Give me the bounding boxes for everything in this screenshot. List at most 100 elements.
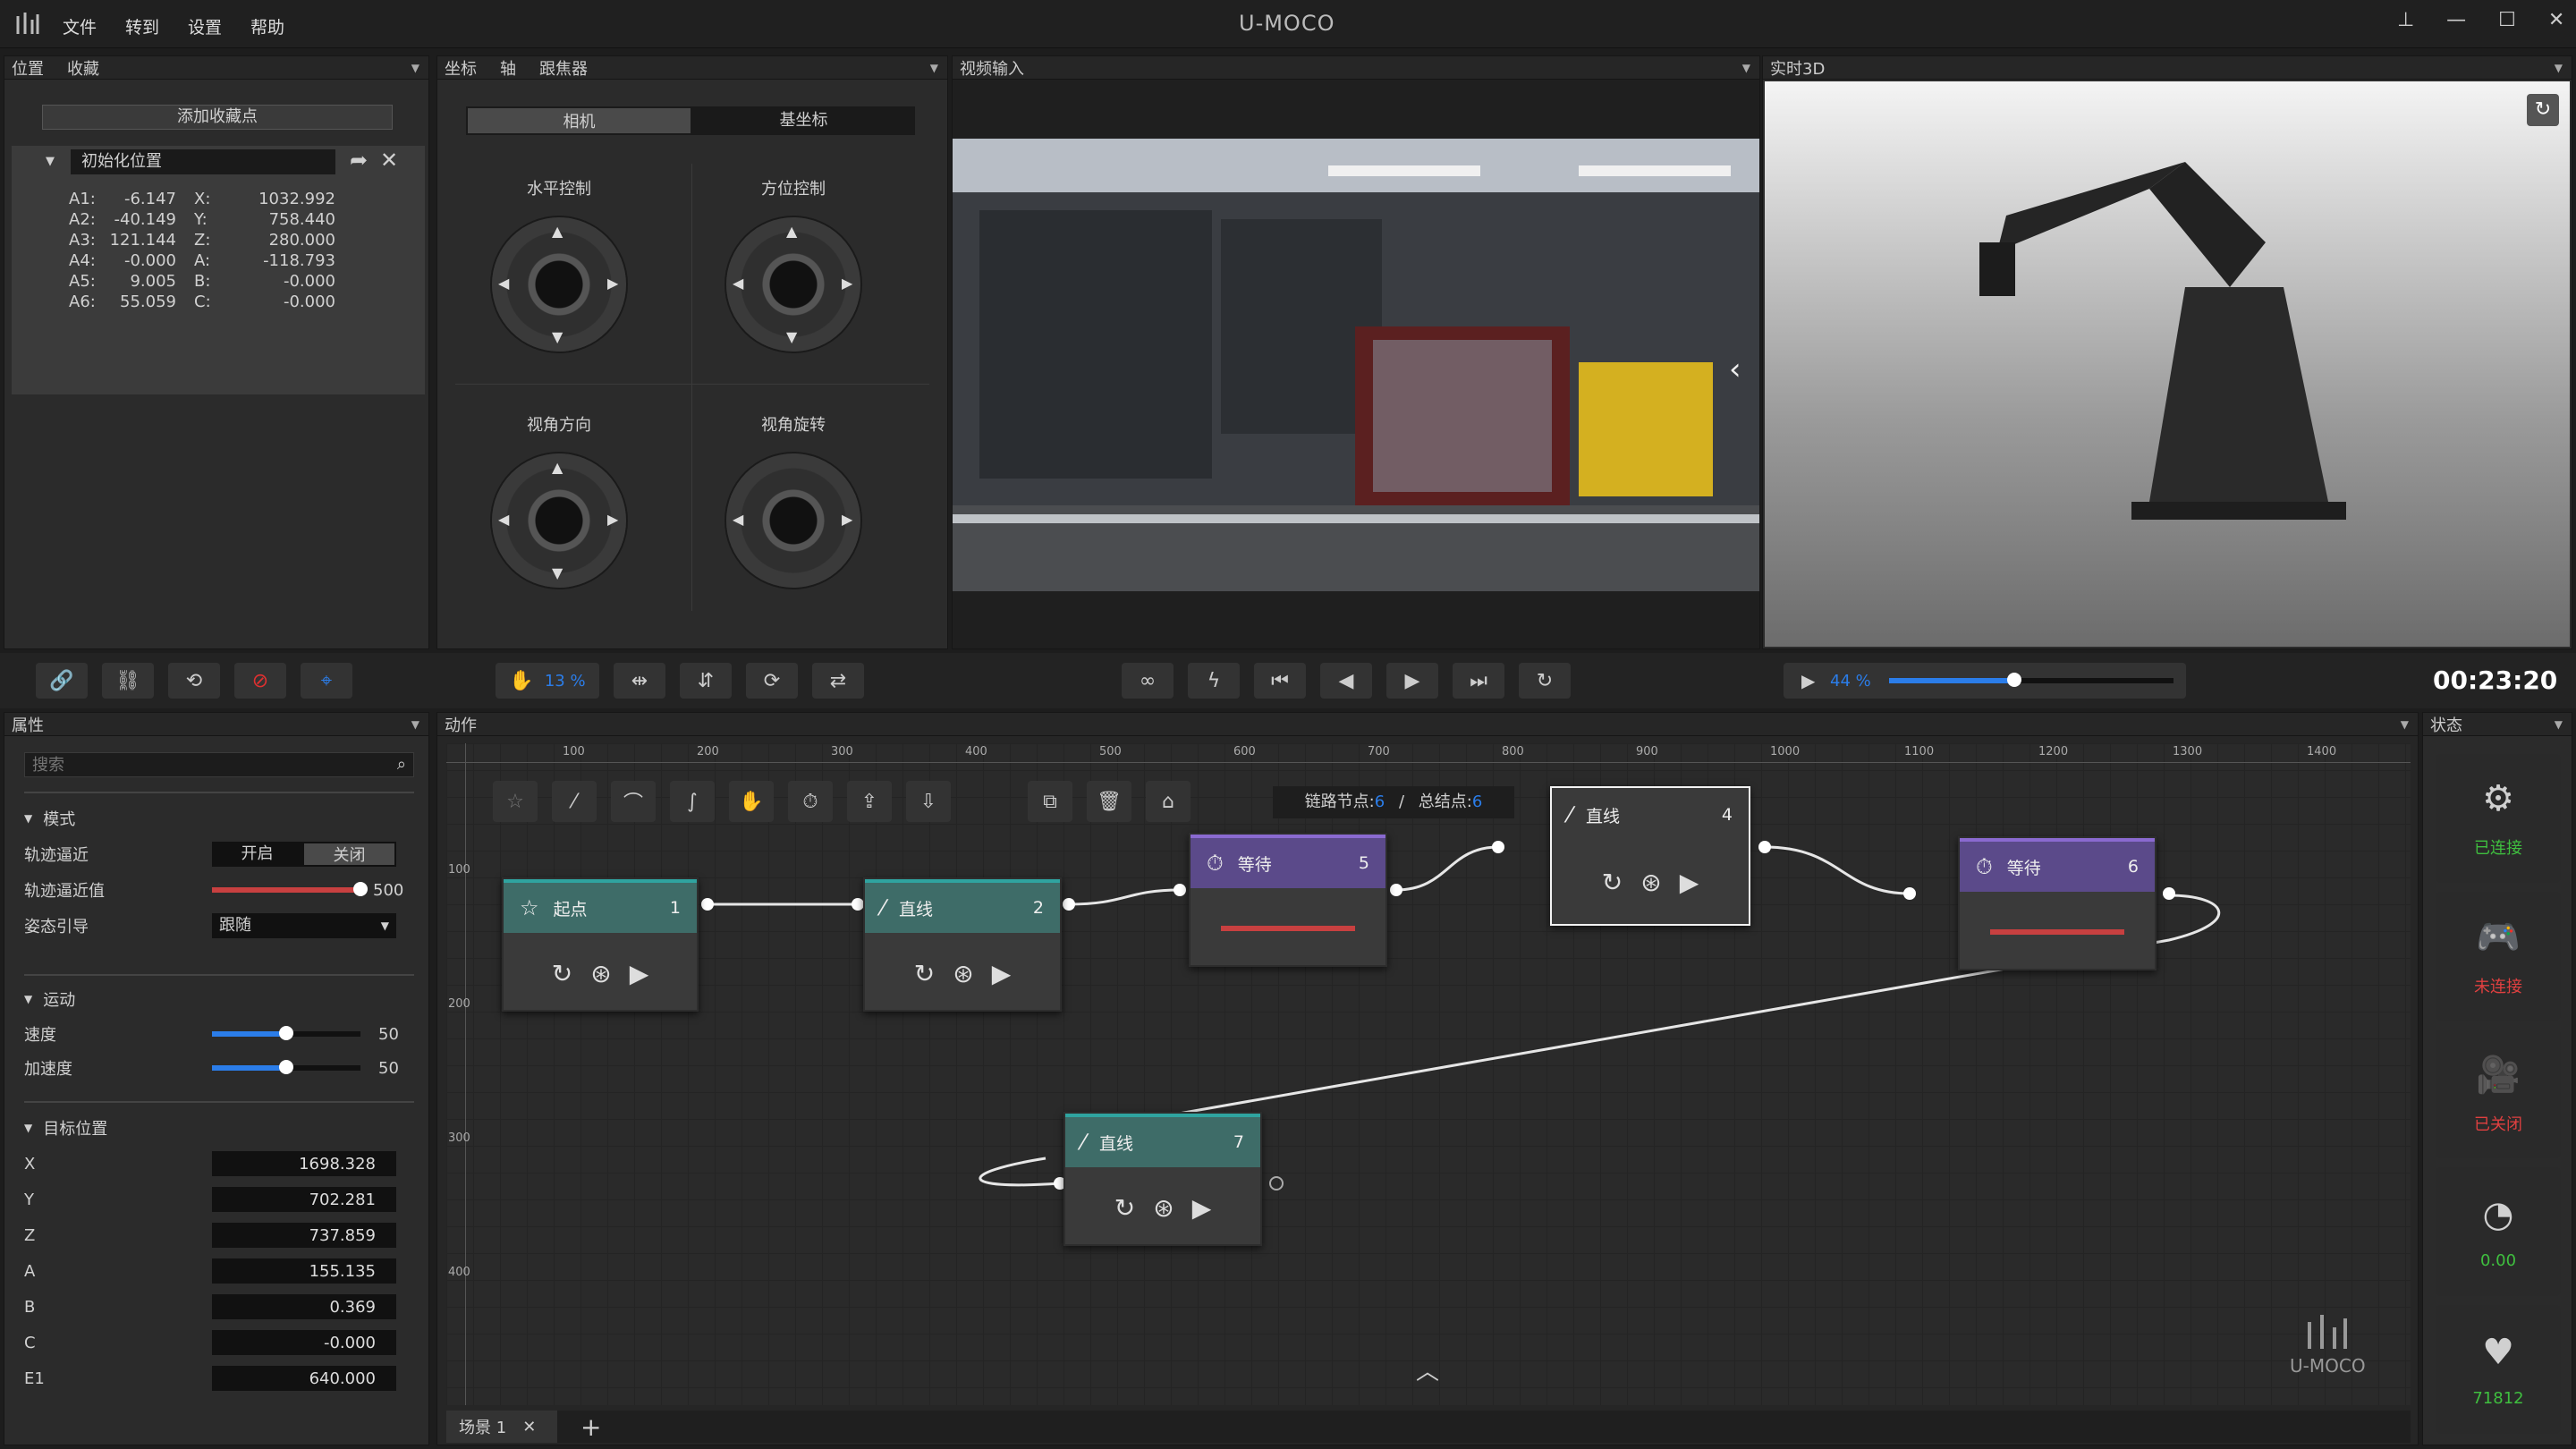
search-input[interactable] (25, 753, 365, 776)
chevron-down-icon[interactable]: ▼ (930, 62, 938, 74)
chevron-down-icon[interactable]: ▼ (2401, 718, 2409, 731)
target-field-input[interactable]: 702.281 (212, 1187, 396, 1212)
unlink-icon[interactable]: ⛓ (102, 663, 154, 699)
rotate-icon[interactable]: ⟳ (746, 663, 798, 699)
link-icon[interactable]: 🔗 (36, 663, 88, 699)
menu-goto[interactable]: 转到 (125, 18, 159, 38)
skip-last-icon[interactable]: ⏭ (1453, 663, 1504, 699)
add-scene-button[interactable]: + (580, 1412, 601, 1442)
view-rotation-joystick[interactable] (726, 453, 860, 588)
play-icon[interactable]: ▶ (630, 959, 649, 988)
close-icon[interactable]: ✕ (522, 1418, 536, 1436)
chevron-down-icon[interactable]: ▼ (2555, 62, 2563, 74)
close-icon[interactable]: ✕ (2548, 9, 2564, 31)
reset-icon[interactable]: ↻ (552, 959, 572, 988)
speed-button[interactable]: ✋ 13 % (496, 663, 599, 699)
target-field-input[interactable]: 1698.328 (212, 1151, 396, 1176)
collapse-icon[interactable]: ▼ (24, 1122, 32, 1134)
collapse-arrow-icon[interactable]: ‹ (1729, 352, 1741, 387)
play-icon[interactable]: ▶ (1386, 663, 1438, 699)
tab-favorites[interactable]: 收藏 (67, 56, 99, 80)
arrow-down-icon[interactable]: ▼ (786, 328, 797, 345)
action-node[interactable]: ⏱ 等待 6 (1958, 836, 2157, 970)
gamepad-status[interactable]: 🎮 未连接 (2436, 892, 2561, 1021)
arrow-right-icon[interactable]: ▶ (842, 275, 852, 292)
scene-tab[interactable]: 场景 1 ✕ (446, 1411, 557, 1443)
pin-icon[interactable]: ⊥ (2397, 9, 2414, 31)
speed-gauge-status[interactable]: ◔ 0.00 (2436, 1167, 2561, 1296)
step-back-icon[interactable]: ◀ (1320, 663, 1372, 699)
expand-icon[interactable]: ▼ (46, 155, 55, 168)
approach-slider[interactable] (212, 882, 368, 896)
3d-viewport[interactable]: ↻ (1765, 81, 2570, 647)
reset-icon[interactable]: ↻ (1602, 868, 1623, 897)
tab-coordinates[interactable]: 坐标 (445, 56, 477, 80)
mirror-horizontal-icon[interactable]: ⇹ (614, 663, 665, 699)
target-field-input[interactable]: 640.000 (212, 1366, 396, 1391)
skip-first-icon[interactable]: ⏮ (1254, 663, 1306, 699)
action-node-selected[interactable]: ⁄ 直线 4 ↻ ⊛ ▶ (1550, 786, 1750, 926)
target-field-input[interactable]: -0.000 (212, 1330, 396, 1355)
search-icon[interactable]: ⌕ (397, 755, 406, 774)
arrow-up-icon[interactable]: ▲ (786, 223, 797, 240)
action-node[interactable]: ⁄ 直线 2 ↻ ⊛ ▶ (863, 877, 1062, 1012)
loop-icon[interactable]: ∞ (1122, 663, 1174, 699)
stop-icon[interactable]: ⊘ (234, 663, 286, 699)
add-favorite-button[interactable]: 添加收藏点 (42, 105, 393, 130)
target-field-input[interactable]: 0.369 (212, 1294, 396, 1319)
action-node[interactable]: ⁄ 直线 7 ↻ ⊛ ▶ (1063, 1112, 1262, 1246)
mirror-vertical-icon[interactable]: ⇵ (680, 663, 732, 699)
reset-icon[interactable]: ↻ (914, 959, 935, 988)
arrow-down-icon[interactable]: ▼ (552, 328, 563, 345)
gauge-icon[interactable]: ⊛ (590, 959, 611, 988)
chevron-down-icon[interactable]: ▼ (2555, 718, 2563, 731)
target-field-input[interactable]: 155.135 (212, 1258, 396, 1284)
arrow-up-icon[interactable]: ▲ (552, 459, 563, 476)
play-icon[interactable]: ▶ (1801, 670, 1815, 691)
arrow-down-icon[interactable]: ▼ (552, 564, 563, 581)
delete-icon[interactable]: ✕ (380, 148, 398, 173)
robot-status[interactable]: ⚙ 已连接 (2436, 754, 2561, 883)
chevron-down-icon[interactable]: ▼ (411, 62, 419, 74)
camera-status[interactable]: 🎥 已关闭 (2436, 1030, 2561, 1158)
arrow-left-icon[interactable]: ◀ (498, 511, 509, 528)
gauge-icon[interactable]: ⊛ (1640, 868, 1661, 897)
chevron-up-icon[interactable]: ︿ (1416, 1353, 1439, 1386)
approach-knob[interactable] (353, 882, 368, 896)
arrow-left-icon[interactable]: ◀ (733, 511, 743, 528)
arrow-left-icon[interactable]: ◀ (498, 275, 509, 292)
gauge-icon[interactable]: ⊛ (953, 959, 973, 988)
play-icon[interactable]: ▶ (992, 959, 1012, 988)
accel-slider[interactable] (212, 1060, 360, 1074)
collapse-icon[interactable]: ▼ (24, 993, 32, 1005)
share-icon[interactable]: ➦ (350, 148, 368, 173)
swap-icon[interactable]: ⇄ (812, 663, 864, 699)
collapse-icon[interactable]: ▼ (24, 812, 32, 825)
playback-slider[interactable] (1889, 673, 2174, 687)
approach-on-button[interactable]: 开启 (212, 842, 302, 867)
arrow-left-icon[interactable]: ◀ (733, 275, 743, 292)
target-icon[interactable]: ⌖ (301, 663, 352, 699)
minimize-icon[interactable]: — (2446, 9, 2466, 31)
node-canvas[interactable]: 100 200 300 400 500 600 700 800 900 1000 1100 1200 1… (446, 743, 2411, 1405)
accel-knob[interactable] (279, 1060, 293, 1074)
tab-axis[interactable]: 轴 (500, 56, 516, 80)
favorite-item[interactable]: ▼ 初始化位置 ➦ ✕ A1: -6.147 X: 1032.992 A2: -40.14… (12, 146, 425, 394)
approach-off-button[interactable]: 关闭 (304, 843, 394, 865)
speed-slider[interactable] (212, 1026, 360, 1040)
refresh-view-icon[interactable]: ↻ (2527, 94, 2559, 126)
chevron-down-icon[interactable]: ▼ (411, 718, 419, 731)
repeat-icon[interactable]: ↻ (1519, 663, 1571, 699)
gauge-icon[interactable]: ⊛ (1153, 1193, 1174, 1223)
play-icon[interactable]: ▶ (1192, 1193, 1212, 1223)
guide-select[interactable]: 跟随 ▼ (212, 913, 396, 938)
favorite-name[interactable]: 初始化位置 (71, 149, 335, 174)
target-field-input[interactable]: 737.859 (212, 1223, 396, 1248)
play-icon[interactable]: ▶ (1680, 868, 1699, 897)
sync-icon[interactable]: ⟲ (168, 663, 220, 699)
arrow-right-icon[interactable]: ▶ (842, 511, 852, 528)
tab-focuser[interactable]: 跟焦器 (539, 56, 588, 80)
arrow-right-icon[interactable]: ▶ (607, 275, 618, 292)
arrow-right-icon[interactable]: ▶ (607, 511, 618, 528)
speed-knob[interactable] (279, 1026, 293, 1040)
